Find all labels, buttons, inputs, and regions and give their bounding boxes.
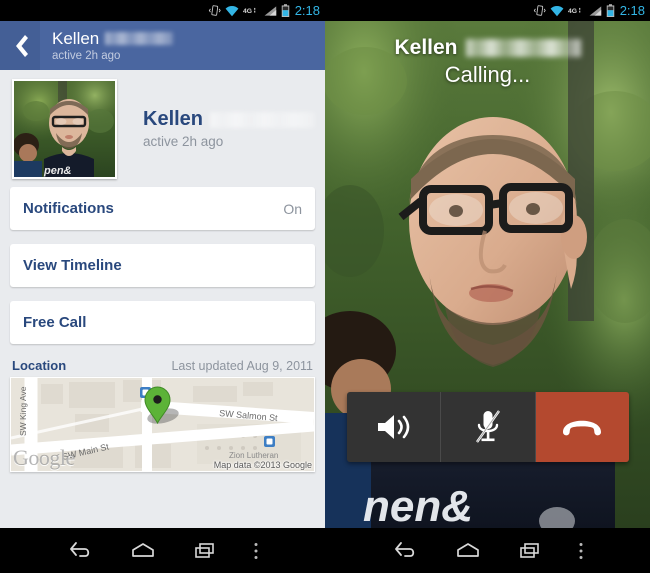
svg-text:nen&: nen&: [363, 482, 473, 528]
speaker-icon: [377, 415, 409, 439]
signal-bars-icon: [264, 5, 276, 16]
call-controls-bar: [347, 392, 629, 462]
status-bar-clock-right: 2:18: [619, 3, 645, 18]
location-map[interactable]: SW King Ave SW Main St SW Salmon St Zion…: [10, 377, 315, 472]
call-status-text: Calling...: [444, 62, 531, 87]
signal-bars-icon: [589, 5, 601, 16]
map-attribution: Map data ©2013 Google: [213, 460, 312, 470]
header-active-status: active 2h ago: [52, 49, 121, 62]
location-last-updated: Last updated Aug 9, 2011: [171, 359, 313, 373]
profile-active-status: active 2h ago: [143, 134, 224, 149]
nav-back-button[interactable]: [50, 540, 112, 562]
android-nav-bar-right: [325, 528, 650, 573]
nav-back-button-right[interactable]: [375, 540, 437, 562]
header-back-button[interactable]: [0, 21, 40, 70]
call-info-overlay: Kellen Calling...: [325, 36, 650, 88]
view-timeline-label: View Timeline: [23, 257, 122, 274]
view-timeline-row[interactable]: View Timeline: [10, 244, 315, 287]
svg-text:4G: 4G: [568, 8, 577, 15]
notifications-value: On: [283, 200, 302, 217]
profile-photo: pen&: [14, 80, 115, 177]
google-watermark: Google: [13, 445, 75, 470]
status-bar-icons-right: 4G: [533, 3, 615, 18]
vibrate-icon: [533, 5, 546, 16]
free-call-label: Free Call: [23, 314, 87, 331]
profile-name: Kellen: [143, 108, 316, 131]
overflow-menu-icon: [254, 542, 257, 559]
svg-text:pen&: pen&: [43, 165, 72, 177]
location-section: Location Last updated Aug 9, 2011 SW Kin…: [0, 358, 325, 472]
status-bar-clock: 2:18: [294, 3, 320, 18]
4g-lte-icon: 4G: [243, 7, 255, 15]
back-chevron-icon: [15, 34, 28, 57]
battery-icon: [606, 3, 614, 17]
profile-lastname-redacted: [210, 111, 316, 128]
end-call-button[interactable]: [535, 392, 629, 462]
back-arrow-icon: [69, 541, 89, 557]
notifications-label: Notifications: [23, 200, 114, 217]
call-contact-name: Kellen: [394, 36, 581, 60]
svg-text:SW King Ave: SW King Ave: [18, 386, 28, 436]
home-icon: [456, 542, 479, 557]
options-card-list: Notifications On View Timeline Free Call: [0, 187, 325, 344]
4g-lte-icon: 4G: [568, 7, 580, 15]
speaker-button[interactable]: [347, 392, 442, 462]
nav-overflow-menu-button-right[interactable]: [561, 541, 601, 561]
header-lastname-redacted: [105, 31, 174, 45]
header-contact-name: Kellen: [52, 29, 325, 48]
mute-button[interactable]: [441, 392, 536, 462]
overflow-menu-icon: [579, 542, 582, 559]
battery-icon: [281, 3, 289, 17]
vibrate-icon: [208, 5, 221, 16]
home-icon: [131, 542, 154, 557]
svg-text:4G: 4G: [243, 8, 252, 15]
nav-overflow-menu-button[interactable]: [236, 541, 276, 561]
profile-thumbnail[interactable]: pen&: [12, 78, 117, 179]
free-call-row[interactable]: Free Call: [10, 301, 315, 344]
call-lastname-redacted: [465, 39, 581, 57]
left-phone-screen: 4G 2:18 Kellen active 2h ago pen& Kellen…: [0, 0, 325, 573]
transit-icon-right: [264, 436, 275, 447]
location-title: Location: [12, 358, 67, 373]
svg-text:Zion Lutheran: Zion Lutheran: [229, 451, 278, 460]
wifi-icon: [550, 5, 564, 16]
nav-recents-button-right[interactable]: [499, 541, 561, 561]
dual-screenshot: 4G 2:18 Kellen active 2h ago pen& Kellen…: [0, 0, 650, 573]
nav-home-button[interactable]: [112, 541, 174, 561]
location-header: Location Last updated Aug 9, 2011: [10, 358, 315, 377]
nav-recents-button[interactable]: [174, 541, 236, 561]
recent-apps-icon: [519, 542, 539, 558]
profile-row: pen& Kellen active 2h ago: [0, 70, 325, 187]
wifi-icon: [225, 5, 239, 16]
conversation-header: Kellen active 2h ago: [0, 21, 325, 70]
status-bar-icons: 4G: [208, 3, 290, 18]
status-bar-left: 4G 2:18: [0, 0, 325, 21]
phone-hangup-icon: [563, 420, 602, 436]
right-phone-screen: 4G 2:18 nen& Kellen Calling...: [325, 0, 650, 573]
profile-info: Kellen active 2h ago: [143, 108, 316, 149]
profile-name-text: Kellen: [143, 108, 204, 130]
status-bar-right: 4G 2:18: [325, 0, 650, 21]
back-arrow-icon: [394, 541, 414, 557]
recent-apps-icon: [194, 542, 214, 558]
call-name-text: Kellen: [394, 36, 458, 59]
microphone-muted-icon: [476, 410, 500, 443]
header-text-block: Kellen active 2h ago: [40, 21, 325, 70]
header-name-text: Kellen: [52, 28, 100, 48]
notifications-row[interactable]: Notifications On: [10, 187, 315, 230]
nav-home-button-right[interactable]: [437, 541, 499, 561]
android-nav-bar-left: [0, 528, 325, 573]
